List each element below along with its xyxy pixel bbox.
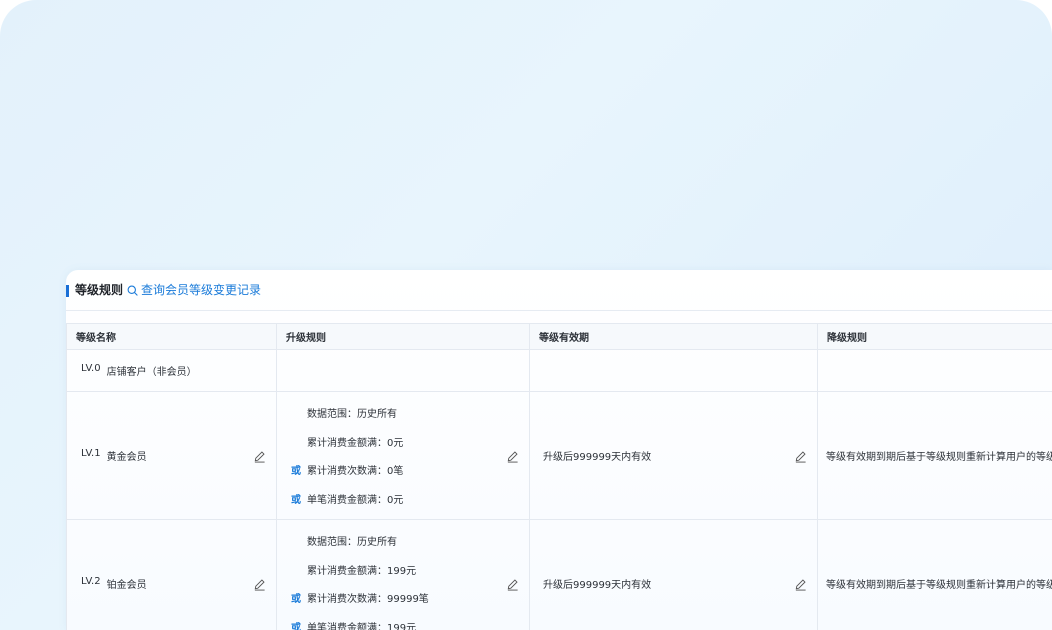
cell-upgrade-rules: 数据范围：历史所有 累计消费金额满：0元 或 累计消费次数满：0笔 或 单笔消费… [276,391,530,520]
rule-or-label: 或 [291,594,301,606]
rule-line: 累计消费金额满：199元 [291,555,429,584]
rule-or-label: 或 [291,466,301,478]
downgrade-text: 等级有效期到期后基于等级规则重新计算用户的等级 [826,452,1052,463]
cell-downgrade: 等级有效期到期后基于等级规则重新计算用户的等级 [817,519,1052,630]
level-name: 黄金会员 [106,452,147,463]
edit-icon[interactable] [253,578,266,591]
header-upgrade-rules: 升级规则 [276,323,530,350]
level-rules-table: 等级名称 升级规则 等级有效期 降级规则 LV.0 店铺客户（非会员） LV.1… [66,323,1052,630]
cell-downgrade: 等级有效期到期后基于等级规则重新计算用户的等级 [817,391,1052,520]
level-name: 店铺客户（非会员） [106,367,197,378]
edit-icon[interactable] [794,578,807,591]
rule-text: 累计消费金额满：199元 [307,565,417,577]
card-title: 等级规则 [75,283,124,297]
validity-text: 升级后999999天内有效 [543,580,652,591]
table-row: LV.1 黄金会员 数据范围：历史所有 累计消费金额满：0元 或 累计消费次数满… [66,391,1052,520]
background-frame: 等级规则 查询会员等级变更记录 等级名称 升级规则 等级有效期 降级规则 LV.… [0,0,1052,630]
rule-text: 单笔消费金额满：199元 [307,622,417,630]
table-row: LV.0 店铺客户（非会员） [66,349,1052,392]
rule-text: 数据范围：历史所有 [307,537,397,549]
cell-level-name: LV.2 铂金会员 [66,519,277,630]
rule-or-label: 或 [291,494,301,506]
card-header: 等级规则 查询会员等级变更记录 [66,270,1052,311]
header-level-validity: 等级有效期 [529,323,818,350]
downgrade-text: 等级有效期到期后基于等级规则重新计算用户的等级 [826,580,1052,591]
rule-line: 累计消费金额满：0元 [291,427,403,456]
edit-icon[interactable] [506,450,519,463]
rule-line: 或 累计消费次数满：99999笔 [291,584,429,613]
cell-downgrade [817,349,1052,392]
cell-upgrade-rules: 数据范围：历史所有 累计消费金额满：199元 或 累计消费次数满：99999笔 [276,519,530,630]
rule-text: 累计消费金额满：0元 [307,437,404,449]
rule-line: 数据范围：历史所有 [291,527,429,556]
rule-line: 或 单笔消费金额满：199元 [291,612,429,630]
rule-line: 或 单笔消费金额满：0元 [291,484,403,513]
rule-or-label: 或 [291,622,301,630]
edit-icon[interactable] [506,578,519,591]
cell-validity: 升级后999999天内有效 [529,519,818,630]
cell-upgrade-rules [276,349,530,392]
cell-validity [529,349,818,392]
rule-text: 累计消费次数满：0笔 [307,466,404,478]
history-link-label: 查询会员等级变更记录 [141,283,262,297]
edit-icon[interactable] [794,450,807,463]
rule-text: 累计消费次数满：99999笔 [307,594,429,606]
table-row: LV.2 铂金会员 数据范围：历史所有 累计消费金额满：199元 或 累计消费次… [66,519,1052,630]
header-level-name: 等级名称 [66,323,277,350]
level-code: LV.1 [81,448,101,459]
level-change-history-link[interactable]: 查询会员等级变更记录 [127,282,261,299]
title-accent-bar [66,285,69,297]
cell-level-name: LV.0 店铺客户（非会员） [66,349,277,392]
rule-text: 单笔消费金额满：0元 [307,494,404,506]
rule-line: 数据范围：历史所有 [291,399,403,428]
rule-line: 或 累计消费次数满：0笔 [291,456,403,485]
cell-level-name: LV.1 黄金会员 [66,391,277,520]
level-code: LV.2 [81,576,101,587]
edit-icon[interactable] [253,450,266,463]
validity-text: 升级后999999天内有效 [543,452,652,463]
level-name: 铂金会员 [106,580,147,591]
level-code: LV.0 [81,363,101,374]
rule-text: 数据范围：历史所有 [307,409,397,421]
header-downgrade-rules: 降级规则 [817,323,1052,350]
level-rules-card: 等级规则 查询会员等级变更记录 等级名称 升级规则 等级有效期 降级规则 LV.… [66,270,1052,630]
search-icon [127,285,138,296]
cell-validity: 升级后999999天内有效 [529,391,818,520]
table-header-row: 等级名称 升级规则 等级有效期 降级规则 [66,323,1052,350]
